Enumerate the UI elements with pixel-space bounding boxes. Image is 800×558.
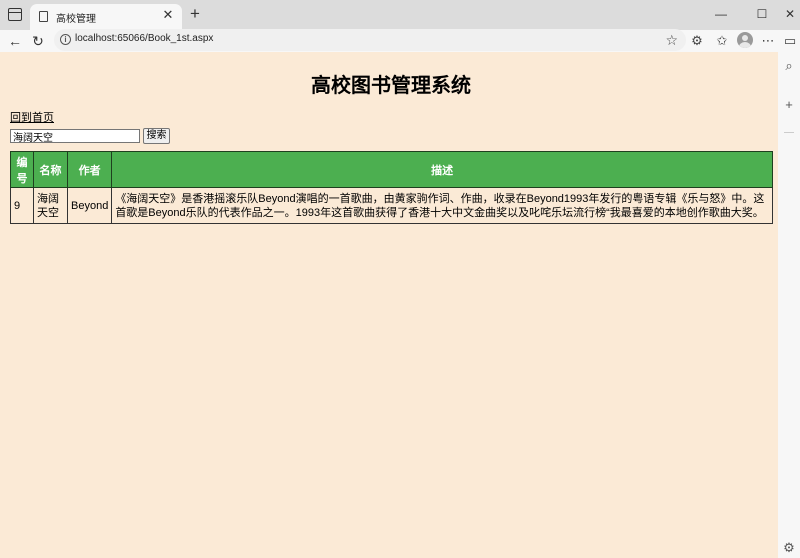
- favorites-icon[interactable]: ✩: [712, 31, 732, 51]
- browser-tab[interactable]: 高校管理 ✕: [30, 4, 182, 30]
- document-icon: [39, 11, 48, 22]
- search-input[interactable]: [10, 129, 140, 143]
- maximize-button[interactable]: ☐: [752, 5, 772, 23]
- page-title: 高校图书管理系统: [311, 75, 471, 97]
- home-link[interactable]: 回到首页: [10, 109, 54, 125]
- browser-sidebar: ⌕ + ⚙: [778, 52, 800, 558]
- window-icon[interactable]: [8, 8, 22, 21]
- header-name: 名称: [33, 151, 68, 188]
- tab-strip: 高校管理 ✕ + — ☐ ✕: [0, 0, 800, 30]
- add-icon[interactable]: +: [781, 97, 797, 113]
- page-viewport: 高校图书管理系统 回到首页 搜索 编号 名称 作者 描述 9 海阔天空 Beyo…: [0, 52, 778, 558]
- cell-description: 《海阔天空》是香港摇滚乐队Beyond演唱的一首歌曲，由黄家驹作词、作曲，收录在…: [111, 187, 773, 224]
- url-text[interactable]: localhost:65066/Book_1st.aspx: [75, 33, 213, 44]
- header-author: 作者: [66, 151, 113, 188]
- more-icon[interactable]: ⋯: [758, 31, 778, 51]
- table-row: 9 海阔天空 Beyond 《海阔天空》是香港摇滚乐队Beyond演唱的一首歌曲…: [10, 187, 773, 224]
- cell-name: 海阔天空: [33, 187, 68, 224]
- sidebar-icon[interactable]: ▭: [780, 31, 800, 51]
- cell-author: Beyond: [66, 187, 113, 224]
- tab-close-icon[interactable]: ✕: [160, 7, 176, 23]
- extensions-icon[interactable]: ⚙: [687, 31, 707, 51]
- tab-title: 高校管理: [56, 14, 96, 25]
- refresh-icon[interactable]: ↻: [28, 31, 48, 51]
- info-icon[interactable]: i: [60, 34, 71, 45]
- browser-toolbar: ← ↻ i localhost:65066/Book_1st.aspx ☆ ⚙ …: [0, 29, 800, 52]
- table-header-row: 编号 名称 作者 描述: [10, 151, 773, 188]
- search-icon[interactable]: ⌕: [781, 58, 797, 74]
- address-bar[interactable]: i localhost:65066/Book_1st.aspx ☆: [54, 29, 686, 51]
- search-button[interactable]: 搜索: [143, 128, 170, 144]
- close-window-button[interactable]: ✕: [780, 5, 800, 23]
- books-table: 编号 名称 作者 描述 9 海阔天空 Beyond 《海阔天空》是香港摇滚乐队B…: [10, 151, 773, 224]
- star-icon[interactable]: ☆: [665, 31, 678, 49]
- minimize-button[interactable]: —: [711, 5, 731, 23]
- cell-id: 9: [10, 187, 34, 224]
- settings-icon[interactable]: ⚙: [781, 540, 797, 556]
- back-icon[interactable]: ←: [5, 31, 25, 51]
- sidebar-divider: [784, 132, 794, 133]
- new-tab-button[interactable]: +: [186, 5, 204, 23]
- avatar[interactable]: [737, 32, 753, 48]
- header-description: 描述: [111, 151, 773, 188]
- header-id: 编号: [10, 151, 34, 188]
